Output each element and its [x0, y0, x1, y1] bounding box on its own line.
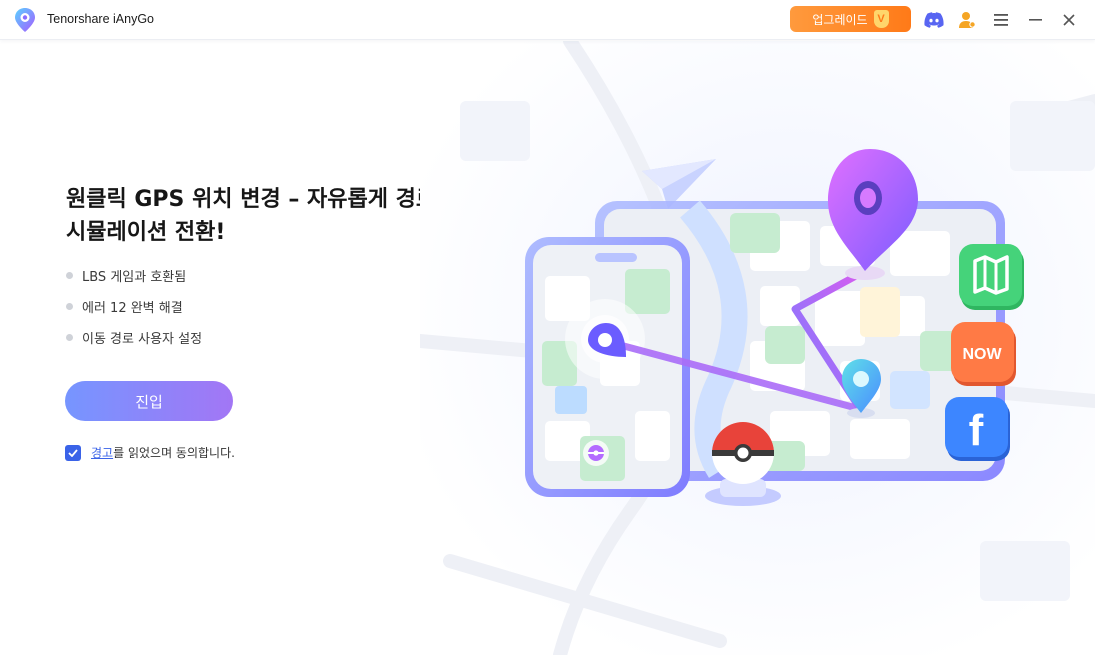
enter-button-label: 진입: [135, 392, 163, 411]
feature-text: 에러 12 완벽 해결: [82, 301, 183, 316]
menu-icon[interactable]: [990, 9, 1012, 31]
agree-text: 를 읽었으며 동의합니다.: [113, 446, 235, 460]
upgrade-button[interactable]: 업그레이드 V: [790, 6, 911, 32]
map-app-icon: [959, 244, 1024, 310]
upgrade-label: 업그레이드: [812, 12, 868, 27]
vip-badge-icon: V: [873, 10, 889, 28]
title-bar: Tenorshare iAnyGo 업그레이드 V: [0, 0, 1095, 40]
enter-button[interactable]: 진입: [65, 381, 233, 421]
feature-item: LBS 게임과 호환됨: [66, 260, 202, 291]
account-icon[interactable]: [956, 9, 978, 31]
bullet-icon: [66, 272, 73, 279]
feature-text: 이동 경로 사용자 설정: [82, 332, 203, 347]
checkmark-icon: [68, 448, 78, 457]
feature-text: LBS 게임과 호환됨: [82, 270, 187, 285]
agreement-row: 경고 를 읽었으며 동의합니다.: [65, 444, 235, 461]
minimize-icon[interactable]: [1024, 9, 1046, 31]
app-logo-icon: [15, 8, 35, 32]
phone-map: [525, 237, 690, 497]
now-app-icon: NOW: [951, 322, 1016, 386]
facebook-app-icon: f: [945, 397, 1010, 461]
bullet-icon: [66, 303, 73, 310]
app-title: Tenorshare iAnyGo: [47, 12, 155, 26]
discord-icon[interactable]: [923, 9, 945, 31]
map-illustration: NOW f: [420, 41, 1095, 655]
bullet-icon: [66, 334, 73, 341]
now-text: NOW: [962, 346, 1002, 363]
agree-checkbox[interactable]: [65, 444, 81, 461]
feature-list: LBS 게임과 호환됨 에러 12 완벽 해결 이동 경로 사용자 설정: [66, 260, 202, 353]
feature-item: 에러 12 완벽 해결: [66, 291, 202, 322]
feature-item: 이동 경로 사용자 설정: [66, 322, 202, 353]
close-icon[interactable]: [1058, 9, 1080, 31]
warning-link[interactable]: 경고: [91, 444, 113, 461]
facebook-text: f: [969, 406, 984, 455]
